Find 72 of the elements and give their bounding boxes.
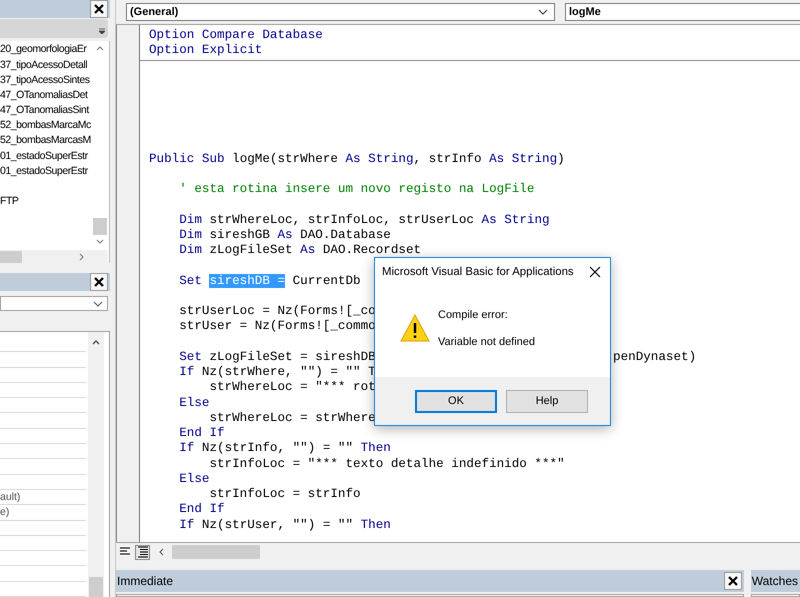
code-line: Option Compare Database: [149, 28, 323, 42]
code-line: strInfoLoc = strInfo: [209, 487, 361, 501]
tree-item[interactable]: FTP: [0, 194, 92, 210]
code-line: strUser = Nz(Forms![_commo: [179, 319, 376, 334]
property-row[interactable]: ault): [0, 490, 86, 506]
chevron-down-icon: [93, 300, 103, 307]
code-line: Else: [179, 472, 210, 486]
code-line: Option Explicit: [149, 43, 262, 58]
close-icon[interactable]: [589, 266, 601, 278]
close-button[interactable]: [90, 273, 108, 292]
scroll-down-icon[interactable]: [96, 239, 104, 244]
tree-item[interactable]: 37_tipoAcessoDetall: [0, 58, 92, 73]
tree-item[interactable]: 01_estadoSuperEstr: [0, 164, 92, 180]
close-icon: [93, 3, 105, 15]
code-line: Dim strWhereLoc, strInfoLoc, strUserLoc As String: [179, 212, 550, 226]
tree-item[interactable]: 01_estadoSuperEstr: [0, 148, 92, 164]
code-line: End If: [179, 502, 225, 516]
watches-list: [750, 594, 800, 597]
code-line: End If: [179, 426, 225, 440]
object-dropdown[interactable]: (General): [126, 3, 555, 21]
help-button[interactable]: Help: [506, 390, 588, 412]
error-heading: Compile error:: [438, 309, 509, 321]
close-icon: [93, 276, 105, 288]
error-message: Variable not defined: [438, 336, 536, 348]
chevron-down-icon: [538, 9, 548, 15]
tree-item[interactable]: 52_bombasMarcaMc: [0, 118, 92, 134]
close-button[interactable]: [724, 572, 742, 590]
procedure-dropdown[interactable]: logMe: [565, 3, 800, 21]
scrollbar-thumb[interactable]: [93, 218, 107, 236]
code-line: If Nz(strUser, "") = "" Then: [179, 518, 391, 532]
tree-item[interactable]: 47_OTanomaliasDet: [0, 88, 92, 104]
code-line: ' esta rotina insere um novo registo na LogFile: [179, 182, 534, 196]
code-line: Dim sireshGB As DAO.Database: [179, 228, 391, 242]
code-line: strWhereLoc = strWhere: [209, 410, 376, 425]
scrollbar[interactable]: [88, 332, 104, 597]
object-dropdown[interactable]: [0, 296, 108, 311]
scrollbar[interactable]: [0, 250, 108, 264]
close-icon: [726, 575, 739, 587]
scroll-up-icon[interactable]: [92, 340, 100, 345]
dropdown-icon[interactable]: [98, 27, 106, 36]
ok-button[interactable]: OK: [415, 390, 497, 412]
scroll-right-icon[interactable]: [79, 252, 84, 261]
property-row[interactable]: e): [0, 505, 86, 521]
code-line: Else: [179, 396, 210, 410]
code-line: Set zLogFileSet = sireshDB: [179, 350, 376, 364]
module-view-icon[interactable]: [135, 544, 150, 560]
dialog-title: Microsoft Visual Basic for Applications: [382, 266, 574, 278]
code-line: Set sireshDB = CurrentDb: [179, 274, 361, 288]
code-line: strWhereLoc = "*** rot: [209, 380, 376, 394]
code-line: Dim zLogFileSet As DAO.Recordset: [179, 243, 422, 257]
pane-title: Immediate: [116, 574, 174, 588]
code-line: Public Sub logMe(strWhere As String, strInfo As String): [149, 152, 565, 166]
warning-icon: [400, 314, 430, 342]
tree-item[interactable]: 52_bombasMarcasM: [0, 133, 92, 149]
code-line: If Nz(strWhere, "") = "" T: [179, 365, 376, 379]
tree-item[interactable]: 37_tipoAcessoSintes: [0, 72, 92, 88]
scroll-left-icon[interactable]: [159, 548, 164, 556]
scrollbar-thumb[interactable]: [0, 250, 22, 263]
scrollbar-thumb[interactable]: [172, 545, 260, 559]
code-line: penDynaset): [613, 350, 696, 365]
immediate-field[interactable]: [116, 594, 744, 597]
property-value[interactable]: ault): [0, 490, 20, 503]
scrollbar-thumb[interactable]: [89, 577, 103, 597]
tree-item[interactable]: 20_geomorfologiaEr: [0, 42, 92, 58]
pane-title: Watches: [750, 574, 798, 588]
tree-item[interactable]: 47_OTanomaliasSint: [0, 103, 92, 118]
property-value[interactable]: e): [0, 506, 10, 518]
code-line: strInfoLoc = "*** texto detalhe indefinido ***": [209, 456, 565, 470]
scroll-up-icon[interactable]: [96, 46, 104, 52]
code-line: strUserLoc = Nz(Forms![_co: [179, 304, 376, 318]
code-line: If Nz(strInfo, "") = "" Then: [179, 441, 391, 456]
close-button[interactable]: [90, 0, 108, 18]
